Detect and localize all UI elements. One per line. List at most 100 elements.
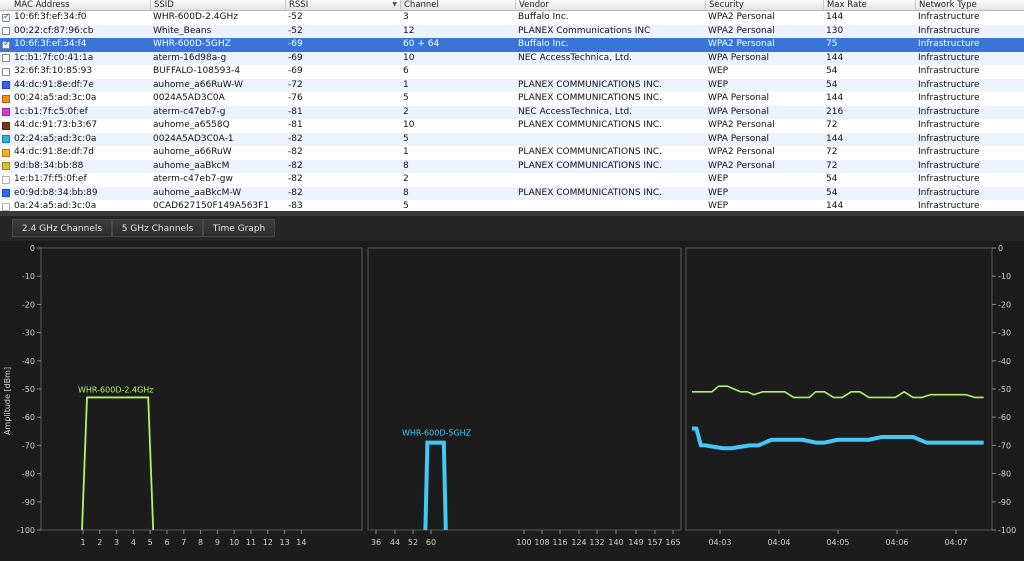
cell-max-rate: 144 (826, 93, 844, 103)
cell-rssi: -52 (288, 25, 303, 36)
cell-type: Infrastructure (918, 25, 980, 36)
cell-rssi: -82 (288, 174, 303, 184)
table-row[interactable]: 1c:b1:7f:c5:0f:ef aterm-c47eb7-g -81 2 NEC A… (0, 105, 1024, 119)
cell-rssi: -82 (288, 160, 303, 171)
tab-5ghz-channels[interactable]: 5 GHz Channels (112, 219, 203, 237)
cell-mac: 10:6f:3f:ef:34:f0 (14, 12, 87, 22)
x-tick-label: 1 (80, 538, 85, 547)
cell-type: Infrastructure (918, 52, 980, 63)
cell-ssid: auhome_a6558Q (153, 120, 230, 130)
x-tick-label: 116 (552, 538, 567, 547)
cell-ssid: auhome_a66RuW-W (153, 79, 244, 90)
y-tick-label: -90 (22, 498, 35, 507)
column-header-ssid[interactable]: SSID (150, 0, 285, 10)
cell-security: WPA2 Personal (708, 160, 775, 171)
cell-max-rate: 216 (826, 106, 844, 117)
column-header-network-type[interactable]: Network Type (915, 0, 1024, 10)
table-row[interactable]: 1e:b1:7f:f5:0f:ef aterm-c47eb7-gw -82 2 WEP 5… (0, 173, 1024, 187)
table-row[interactable]: 0a:24:a5:ad:3c:0a 0CAD627150F149A563F1 -83… (0, 200, 1024, 211)
y-tick-label: -10 (22, 272, 35, 281)
x-tick-label: 157 (647, 538, 662, 547)
x-tick-label: 10 (229, 538, 239, 547)
table-row[interactable]: 44:dc:91:73:b3:67 auhome_a6558Q -81 10 PLANE… (0, 119, 1024, 133)
cell-channel: 8 (403, 187, 409, 198)
cell-rssi: -69 (288, 39, 303, 49)
y-tick-label: -60 (998, 413, 1011, 422)
cell-ssid: aterm-c47eb7-g (153, 106, 226, 117)
cell-vendor (515, 133, 705, 147)
column-header-security[interactable]: Security (705, 0, 823, 10)
cell-mac: 1c:b1:7f:c5:0f:ef (14, 106, 88, 117)
cell-vendor: PLANEX Communications INC (518, 25, 651, 36)
cell-type: Infrastructure (918, 174, 980, 184)
cell-channel: 1 (403, 147, 409, 157)
x-tick-label: 132 (589, 538, 604, 547)
cell-type: Infrastructure (918, 79, 980, 90)
cell-vendor: Buffalo Inc. (518, 39, 569, 49)
cell-mac: 44:dc:91:8e:df:7e (14, 79, 94, 90)
cell-mac: 02:24:a5:ad:3c:0a (14, 133, 97, 144)
cell-mac: 00:24:a5:ad:3c:0a (14, 93, 97, 103)
table-row[interactable]: 10:6f:3f:ef:34:f4 WHR-600D-5GHZ -69 60 + 64… (0, 38, 1024, 52)
cell-type: Infrastructure (918, 39, 980, 49)
table-row[interactable]: 9d:b8:34:bb:88 auhome_aaBkcM -82 8 PLANEX CO… (0, 159, 1024, 173)
cell-channel: 12 (403, 25, 415, 36)
cell-security: WEP (708, 174, 729, 184)
y-tick-label: -70 (998, 441, 1011, 450)
x-tick-label: 108 (534, 538, 549, 547)
cell-max-rate: 144 (826, 133, 844, 144)
cell-ssid: auhome_aaBkcM (153, 160, 230, 171)
table-row[interactable]: 00:24:a5:ad:3c:0a 0024A5AD3C0A -76 5 PLANEX … (0, 92, 1024, 106)
x-tick-label: 8 (198, 538, 203, 547)
cell-mac: 1c:b1:7f:c0:41:1a (14, 52, 94, 63)
cell-security: WEP (708, 187, 729, 198)
table-row[interactable]: e0:9d:b8:34:bb:89 auhome_aaBkcM-W -82 8 PLAN… (0, 186, 1024, 200)
table-row[interactable]: 44:dc:91:8e:df:7d auhome_a66RuW -82 1 PLANEX… (0, 146, 1024, 160)
cell-vendor: Buffalo Inc. (518, 12, 569, 22)
table-row[interactable]: 02:24:a5:ad:3c:0a 0024A5AD3C0A-1 -82 5 WPA P… (0, 132, 1024, 147)
tab-24ghz-channels[interactable]: 2.4 GHz Channels (12, 219, 112, 237)
table-row[interactable]: 44:dc:91:8e:df:7e auhome_a66RuW-W -72 1 PLAN… (0, 78, 1024, 92)
cell-vendor (515, 65, 705, 79)
cell-channel: 2 (403, 174, 409, 184)
cell-rssi: -82 (288, 147, 303, 157)
cell-security: WPA Personal (708, 133, 770, 144)
cell-rssi: -76 (288, 93, 303, 103)
cell-security: WPA2 Personal (708, 147, 775, 157)
cell-vendor: PLANEX COMMUNICATIONS INC. (518, 79, 662, 90)
y-tick-label: -30 (22, 329, 35, 338)
cell-rssi: -69 (288, 52, 303, 63)
cell-mac: 9d:b8:34:bb:88 (14, 160, 84, 171)
cell-rssi: -81 (288, 120, 303, 130)
cell-max-rate: 54 (826, 66, 838, 76)
y-tick-label: -50 (998, 385, 1011, 394)
cell-security: WEP (708, 79, 729, 90)
cell-max-rate: 72 (826, 120, 838, 130)
table-row[interactable]: 10:6f:3f:ef:34:f0 WHR-600D-2.4GHz -52 3 Buff… (0, 11, 1024, 25)
column-header-mac[interactable]: MAC Address (0, 0, 150, 10)
cell-ssid: aterm-c47eb7-gw (153, 174, 233, 184)
x-tick-label: 9 (215, 538, 220, 547)
table-row[interactable]: 00:22:cf:87:96:cb White_Beans -52 12 PLANEX … (0, 24, 1024, 38)
cell-mac: 32:6f:3f:10:85:93 (14, 66, 93, 76)
time-series-24ghz-line (692, 385, 984, 399)
graph-tab-bar: 2.4 GHz Channels 5 GHz Channels Time Gra… (0, 216, 1024, 242)
cell-ssid: White_Beans (153, 25, 212, 36)
series-label-whr-600d-24ghz: WHR-600D-2.4GHz (78, 385, 154, 394)
table-row[interactable]: 32:6f:3f:10:85:93 BUFFALO-108593-4 -69 6 WEP… (0, 65, 1024, 79)
column-header-channel[interactable]: Channel (400, 0, 515, 10)
tab-time-graph[interactable]: Time Graph (203, 219, 275, 237)
y-tick-label: -80 (22, 470, 35, 479)
cell-ssid: auhome_aaBkcM-W (153, 187, 242, 198)
table-row[interactable]: 1c:b1:7f:c0:41:1a aterm-16d98a-g -69 10 NEC … (0, 51, 1024, 65)
column-header-max-rate[interactable]: Max Rate (823, 0, 915, 10)
cell-vendor: PLANEX COMMUNICATIONS INC. (518, 147, 662, 157)
x-tick-label: 12 (263, 538, 273, 547)
cell-vendor: NEC AccessTechnica, Ltd. (518, 52, 633, 63)
y-tick-label: -50 (22, 385, 35, 394)
x-tick-label: 04:06 (885, 538, 908, 547)
x-tick-label: 3 (114, 538, 119, 547)
column-header-vendor[interactable]: Vendor (515, 0, 705, 10)
cell-vendor (515, 200, 705, 211)
column-header-rssi[interactable]: RSSI ▼ (285, 0, 400, 10)
